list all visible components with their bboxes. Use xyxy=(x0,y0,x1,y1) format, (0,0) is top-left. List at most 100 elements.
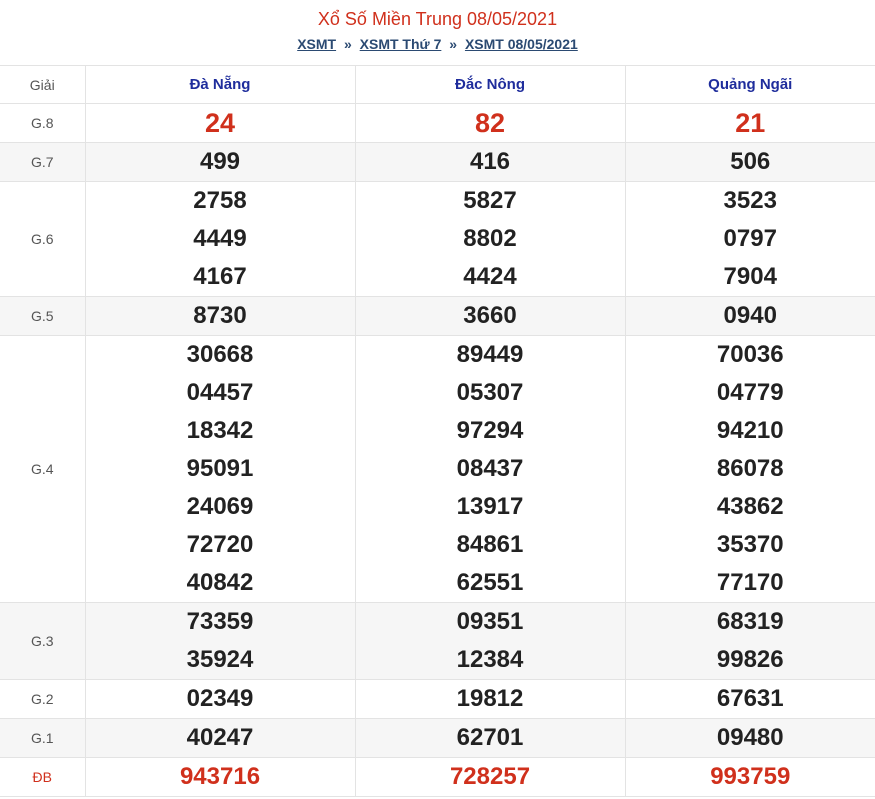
prize-name: G.2 xyxy=(0,679,86,719)
table-row: G.6 2758 4449 4167 5827 8802 4424 3523 0797 7904 xyxy=(0,181,875,297)
prize-name: G.1 xyxy=(0,718,86,758)
breadcrumb-link-xsmt-thu-7[interactable]: XSMT Thứ 7 xyxy=(360,36,442,52)
result-number: 24069 xyxy=(186,493,254,520)
result-number: 62701 xyxy=(456,724,524,751)
prize-name: G.8 xyxy=(0,103,86,143)
result-number: 35924 xyxy=(186,646,254,673)
province-header-quang-ngai[interactable]: Quảng Ngãi xyxy=(624,65,875,104)
result-number: 5827 xyxy=(463,187,517,214)
result-number: 8730 xyxy=(193,302,247,329)
result-number: 0940 xyxy=(723,302,777,329)
result-cell: 67631 xyxy=(624,679,875,719)
result-number: 7904 xyxy=(723,263,777,290)
result-cell: 62701 xyxy=(354,718,626,758)
result-cell: 506 xyxy=(624,142,875,182)
breadcrumb-link-xsmt-date[interactable]: XSMT 08/05/2021 xyxy=(465,36,578,52)
prize-name: G.5 xyxy=(0,296,86,336)
result-number: 97294 xyxy=(456,417,524,444)
page-title: Xổ Số Miền Trung 08/05/2021 xyxy=(317,9,558,29)
result-number: 416 xyxy=(469,148,511,175)
prize-name: G.6 xyxy=(0,181,86,297)
result-number: 3523 xyxy=(723,187,777,214)
result-number: 943716 xyxy=(179,763,261,790)
result-cell: 5827 8802 4424 xyxy=(354,181,626,297)
result-cell: 416 xyxy=(354,142,626,182)
result-number: 70036 xyxy=(716,341,784,368)
result-number: 04457 xyxy=(186,379,254,406)
result-number: 86078 xyxy=(716,455,784,482)
result-cell: 8730 xyxy=(84,296,356,336)
table-row: G.1 40247 62701 09480 xyxy=(0,718,875,758)
table-row: G.7 499 416 506 xyxy=(0,142,875,182)
result-number: 08437 xyxy=(456,455,524,482)
result-number: 72720 xyxy=(186,531,254,558)
result-number: 40842 xyxy=(186,569,254,596)
table-header-row: Giải Đà Nẵng Đắc Nông Quảng Ngãi xyxy=(0,65,875,104)
result-number: 99826 xyxy=(716,646,784,673)
page-header: Xổ Số Miền Trung 08/05/2021 XSMT » XSMT … xyxy=(0,0,875,65)
result-cell: 89449 05307 97294 08437 13917 84861 62551 xyxy=(354,335,626,603)
table-row: G.4 30668 04457 18342 95091 24069 72720 40842 89… xyxy=(0,335,875,603)
result-number: 8802 xyxy=(463,225,517,252)
result-number: 43862 xyxy=(716,493,784,520)
result-number: 499 xyxy=(199,148,241,175)
prize-column-header: Giải xyxy=(0,65,86,104)
result-cell: 82 xyxy=(354,103,626,143)
result-number: 3660 xyxy=(463,302,517,329)
result-number: 2758 xyxy=(193,187,247,214)
result-number: 40247 xyxy=(186,724,254,751)
result-number: 05307 xyxy=(456,379,524,406)
result-cell: 19812 xyxy=(354,679,626,719)
result-cell: 40247 xyxy=(84,718,356,758)
result-number: 62551 xyxy=(456,569,524,596)
province-header-da-nang[interactable]: Đà Nẵng xyxy=(84,65,356,104)
result-number: 24 xyxy=(204,108,236,138)
result-number: 67631 xyxy=(716,685,784,712)
result-number: 89449 xyxy=(456,341,524,368)
result-cell: 2758 4449 4167 xyxy=(84,181,356,297)
result-number: 4424 xyxy=(463,263,517,290)
result-number: 0797 xyxy=(723,225,777,252)
breadcrumb-separator: » xyxy=(449,36,458,52)
result-number: 84861 xyxy=(456,531,524,558)
result-cell: 70036 04779 94210 86078 43862 35370 77170 xyxy=(624,335,875,603)
breadcrumb-link-xsmt[interactable]: XSMT xyxy=(297,36,336,52)
result-cell: 09351 12384 xyxy=(354,602,626,680)
prize-name: G.4 xyxy=(0,335,86,603)
result-number: 506 xyxy=(730,148,771,175)
result-cell: 0940 xyxy=(624,296,875,336)
result-number: 95091 xyxy=(186,455,254,482)
result-number: 77170 xyxy=(716,569,784,596)
result-cell: 728257 xyxy=(354,757,626,797)
result-number: 4167 xyxy=(193,263,247,290)
result-number: 68319 xyxy=(716,608,784,635)
result-number: 19812 xyxy=(456,685,524,712)
prize-name: ĐB xyxy=(0,757,86,797)
result-number: 4449 xyxy=(193,225,247,252)
results-body: G.8 24 82 21 G.7 499 416 506 G.6 2758 4449 4167 5827… xyxy=(0,103,875,797)
table-row: G.8 24 82 21 xyxy=(0,103,875,143)
result-number: 09351 xyxy=(456,608,524,635)
breadcrumb-separator: » xyxy=(343,36,352,52)
result-number: 35370 xyxy=(716,531,784,558)
result-cell: 499 xyxy=(84,142,356,182)
result-cell: 3660 xyxy=(354,296,626,336)
result-number: 73359 xyxy=(186,608,254,635)
result-cell: 3523 0797 7904 xyxy=(624,181,875,297)
result-number: 82 xyxy=(474,108,506,138)
table-row: G.5 8730 3660 0940 xyxy=(0,296,875,336)
table-row: G.2 02349 19812 67631 xyxy=(0,679,875,719)
result-cell: 30668 04457 18342 95091 24069 72720 40842 xyxy=(84,335,356,603)
result-cell: 21 xyxy=(624,103,875,143)
table-row: G.3 73359 35924 09351 12384 68319 99826 xyxy=(0,602,875,680)
result-cell: 943716 xyxy=(84,757,356,797)
province-header-dac-nong[interactable]: Đắc Nông xyxy=(354,65,626,104)
result-number: 993759 xyxy=(710,763,791,790)
result-number: 13917 xyxy=(456,493,524,520)
result-number: 30668 xyxy=(186,341,254,368)
result-cell: 73359 35924 xyxy=(84,602,356,680)
result-cell: 993759 xyxy=(624,757,875,797)
breadcrumb: XSMT » XSMT Thứ 7 » XSMT 08/05/2021 xyxy=(0,35,875,53)
result-number: 09480 xyxy=(716,724,784,751)
table-row: ĐB 943716 728257 993759 xyxy=(0,757,875,797)
